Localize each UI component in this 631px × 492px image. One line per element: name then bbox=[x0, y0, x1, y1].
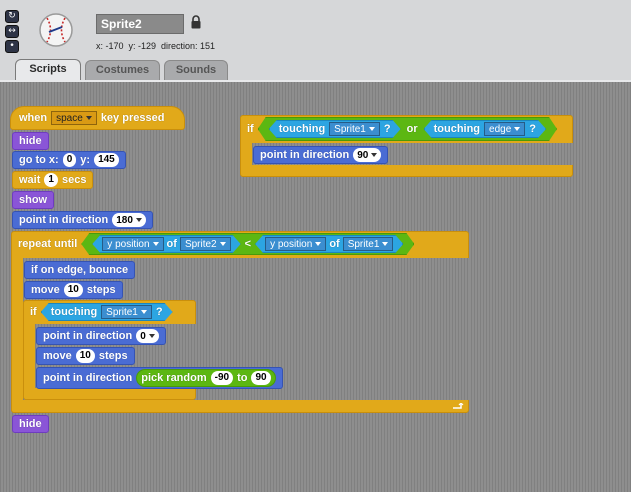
steps-input[interactable]: 10 bbox=[75, 349, 95, 363]
direction-dropdown[interactable]: 0 bbox=[136, 329, 159, 343]
if-on-edge-bounce-block[interactable]: if on edge, bounce bbox=[24, 261, 136, 279]
or-operator[interactable]: touching Sprite1 ? or touching edge ? bbox=[258, 117, 557, 141]
property-dropdown[interactable]: y position bbox=[102, 237, 163, 251]
property-dropdown[interactable]: y position bbox=[265, 237, 326, 251]
rotate-full-icon[interactable]: ↻ bbox=[5, 10, 19, 23]
key-dropdown[interactable]: space bbox=[51, 111, 97, 125]
steps-input[interactable]: 10 bbox=[63, 283, 83, 297]
move-steps-block[interactable]: move 10 steps bbox=[24, 281, 123, 299]
go-to-xy-block[interactable]: go to x: 0 y: 145 bbox=[12, 151, 126, 169]
hat-label: when bbox=[19, 112, 48, 124]
hide-block[interactable]: hide bbox=[12, 415, 49, 433]
rotate-left-right-icon[interactable]: ↔ bbox=[5, 25, 19, 38]
y-position-of-sprite2[interactable]: y position of Sprite2 bbox=[92, 235, 240, 253]
hide-block[interactable]: hide bbox=[12, 132, 49, 150]
sprite-header: ↻ ↔ • Sprite2 x: -170 y: -129 direction:… bbox=[0, 0, 631, 82]
point-in-direction-block[interactable]: point in direction 90 bbox=[253, 146, 389, 164]
baseball-sprite-thumbnail bbox=[39, 13, 73, 47]
touching-target-dropdown[interactable]: Sprite1 bbox=[329, 122, 380, 136]
sprite-dropdown[interactable]: Sprite1 bbox=[343, 237, 394, 251]
tab-sounds[interactable]: Sounds bbox=[164, 60, 228, 80]
random-from-input[interactable]: -90 bbox=[210, 371, 234, 385]
show-block[interactable]: show bbox=[12, 191, 55, 209]
point-in-direction-block[interactable]: point in direction 0 bbox=[36, 327, 166, 345]
loop-arrow-icon bbox=[453, 403, 464, 409]
sprite-name-field[interactable]: Sprite2 bbox=[96, 14, 184, 34]
sprite-dropdown[interactable]: Sprite2 bbox=[180, 237, 231, 251]
touching-target-dropdown[interactable]: Sprite1 bbox=[101, 305, 152, 319]
when-key-pressed-hat-block[interactable]: when space key pressed bbox=[10, 106, 185, 130]
wait-input[interactable]: 1 bbox=[44, 173, 58, 187]
if-or-header: if touching Sprite1 ? or touching edge ? bbox=[241, 116, 563, 142]
less-than-operator[interactable]: y position of Sprite2 < y position of Sp… bbox=[81, 233, 414, 255]
y-position-of-sprite1[interactable]: y position of Sprite1 bbox=[255, 235, 403, 253]
touching-sprite1-sensor[interactable]: touching Sprite1 ? bbox=[269, 120, 401, 138]
sprite-position-info: x: -170 y: -129 direction: 151 bbox=[96, 41, 216, 51]
point-in-direction-block[interactable]: point in direction 180 bbox=[12, 211, 153, 229]
point-in-direction-random-block[interactable]: point in direction pick random -90 to 90 bbox=[36, 367, 283, 389]
repeat-until-header: repeat until y position of Sprite2 < y p… bbox=[12, 232, 420, 256]
tab-costumes[interactable]: Costumes bbox=[85, 60, 160, 80]
y-input[interactable]: 145 bbox=[94, 153, 119, 167]
no-rotate-icon[interactable]: • bbox=[5, 40, 19, 53]
pick-random-operator[interactable]: pick random -90 to 90 bbox=[136, 369, 276, 387]
if-touching-header: if touching Sprite1 ? bbox=[24, 301, 179, 323]
lock-icon[interactable] bbox=[191, 15, 201, 29]
move-steps-block[interactable]: move 10 steps bbox=[36, 347, 135, 365]
touching-target-dropdown[interactable]: edge bbox=[484, 122, 525, 136]
hat-suffix: key pressed bbox=[100, 112, 165, 124]
x-input[interactable]: 0 bbox=[62, 153, 77, 167]
touching-edge-sensor[interactable]: touching edge ? bbox=[424, 120, 546, 138]
random-to-input[interactable]: 90 bbox=[251, 371, 271, 385]
direction-dropdown[interactable]: 180 bbox=[112, 213, 146, 227]
direction-dropdown[interactable]: 90 bbox=[353, 148, 382, 162]
wait-block[interactable]: wait 1 secs bbox=[12, 171, 94, 189]
tab-scripts[interactable]: Scripts bbox=[15, 59, 81, 81]
or-label: or bbox=[406, 123, 418, 135]
touching-sprite1-sensor[interactable]: touching Sprite1 ? bbox=[41, 303, 173, 321]
less-than-symbol: < bbox=[244, 238, 252, 250]
